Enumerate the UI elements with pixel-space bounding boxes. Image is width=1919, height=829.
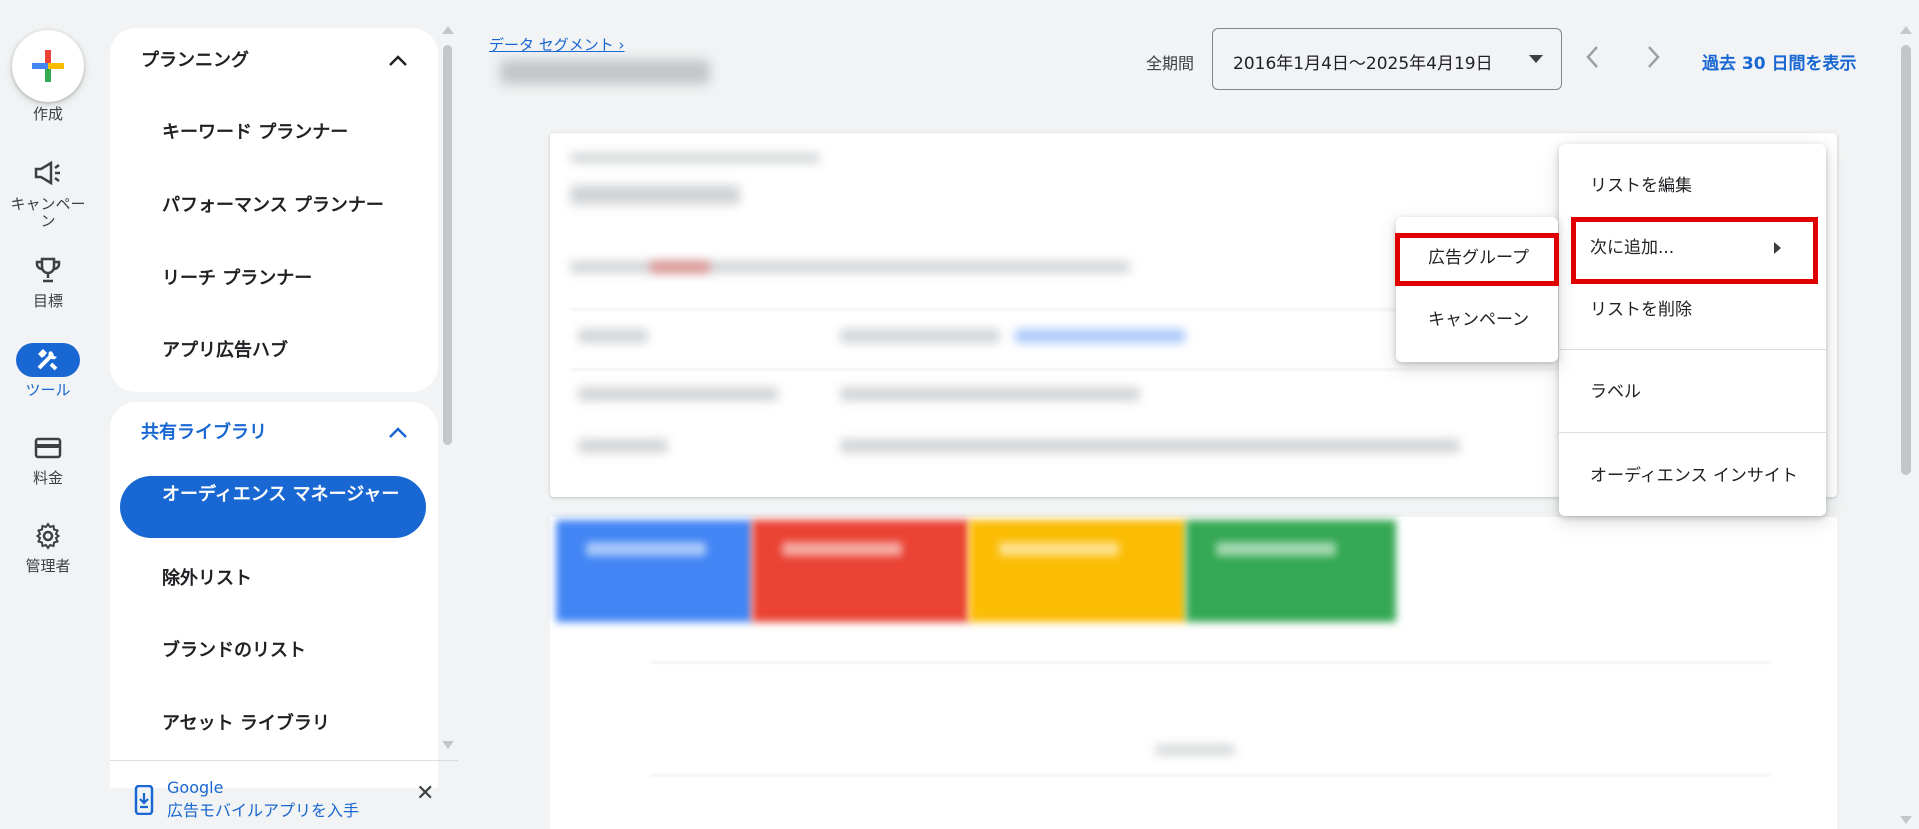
menu-item-audience-insights[interactable]: オーディエンス インサイト — [1590, 466, 1798, 486]
chevron-up-icon[interactable] — [388, 53, 408, 67]
last-30-days-link[interactable]: 過去 30 日間を表示 — [1702, 49, 1857, 74]
billing-nav[interactable] — [28, 436, 68, 468]
shared-library-section: 共有ライブラリ オーディエンス マネージャー 除外リスト ブランドのリスト アセ… — [110, 402, 438, 788]
planning-section: プランニング キーワード プランナー パフォーマンス プランナー リーチ プラン… — [110, 28, 438, 392]
promo-line2: 広告モバイルアプリを入手 — [167, 801, 360, 820]
nav-item-app-ads-hub[interactable]: アプリ広告ハブ — [162, 340, 288, 362]
list-actions-menu: リストを編集 次に追加... リストを削除 ラベル オーディエンス インサイト — [1559, 144, 1826, 516]
campaigns-nav[interactable] — [28, 160, 68, 192]
close-icon[interactable]: ✕ — [416, 781, 434, 806]
nav-item-performance-planner[interactable]: パフォーマンス プランナー — [162, 195, 384, 217]
metric-tile — [1186, 520, 1396, 622]
trophy-icon — [35, 257, 61, 283]
goals-label: 目標 — [32, 292, 63, 310]
nav-item-brand-lists[interactable]: ブランドのリスト — [162, 640, 306, 662]
page-scroll-up-arrow[interactable] — [1900, 26, 1912, 34]
tools-icon — [37, 348, 58, 371]
nav-item-audience-manager[interactable]: オーディエンス マネージャー — [120, 476, 426, 538]
scroll-up-arrow[interactable] — [442, 26, 454, 34]
date-range-value: 2016年1月4日〜2025年4月19日 — [1233, 54, 1493, 74]
shared-library-heading[interactable]: 共有ライブラリ — [141, 422, 267, 444]
date-range-select[interactable]: 2016年1月4日〜2025年4月19日 — [1212, 28, 1562, 90]
chart-placeholder — [1155, 745, 1235, 755]
submenu-item-campaign[interactable]: キャンペーン — [1428, 310, 1529, 330]
chevron-left-icon[interactable] — [1584, 44, 1600, 70]
goals-nav[interactable] — [28, 256, 68, 288]
metric-tile — [752, 520, 969, 622]
create-label: 作成 — [32, 105, 63, 123]
admin-label: 管理者 — [25, 557, 71, 575]
menu-item-edit-list[interactable]: リストを編集 — [1590, 176, 1692, 196]
scroll-down-arrow[interactable] — [442, 741, 454, 749]
nav-item-reach-planner[interactable]: リーチ プランナー — [162, 268, 312, 290]
left-rail: 作成 キャンペー ン 目標 ツール 料金 管理者 — [0, 0, 96, 829]
nav-item-keyword-planner[interactable]: キーワード プランナー — [162, 122, 348, 144]
create-button[interactable] — [12, 30, 84, 102]
mobile-app-promo[interactable]: Google 広告モバイルアプリを入手 ✕ — [110, 760, 458, 829]
campaigns-label: キャンペー ン — [10, 195, 86, 230]
metric-tile — [556, 520, 752, 622]
tools-label: ツール — [25, 381, 71, 399]
chevron-right-icon[interactable] — [1646, 44, 1662, 70]
promo-line1: Google — [167, 778, 224, 797]
nav-item-exclusion-lists[interactable]: 除外リスト — [162, 568, 252, 590]
nav-scrollbar[interactable] — [443, 45, 452, 445]
menu-item-delete-list[interactable]: リストを削除 — [1590, 300, 1692, 320]
plus-icon — [32, 50, 64, 82]
phone-download-icon — [134, 785, 154, 815]
tools-nav[interactable] — [16, 343, 80, 377]
period-label: 全期間 — [1146, 54, 1195, 73]
chevron-up-icon[interactable] — [388, 425, 408, 439]
highlight-ad-group — [1395, 233, 1559, 286]
nav-item-asset-library[interactable]: アセット ライブラリ — [162, 713, 330, 735]
billing-label: 料金 — [32, 469, 63, 487]
page-scrollbar[interactable] — [1901, 45, 1911, 475]
caret-down-icon — [1529, 55, 1543, 63]
megaphone-icon — [34, 160, 60, 186]
gear-icon — [35, 522, 61, 550]
promo-text[interactable]: Google 広告モバイルアプリを入手 — [167, 776, 359, 822]
breadcrumb[interactable]: データ セグメント › — [489, 34, 625, 55]
page-title — [500, 60, 710, 84]
credit-card-icon — [34, 437, 62, 459]
menu-item-label[interactable]: ラベル — [1590, 382, 1641, 402]
admin-nav[interactable] — [28, 522, 68, 554]
planning-heading[interactable]: プランニング — [141, 50, 249, 72]
metric-tile — [969, 520, 1186, 622]
page-scroll-down-arrow[interactable] — [1900, 816, 1912, 824]
highlight-add-to — [1571, 217, 1818, 284]
